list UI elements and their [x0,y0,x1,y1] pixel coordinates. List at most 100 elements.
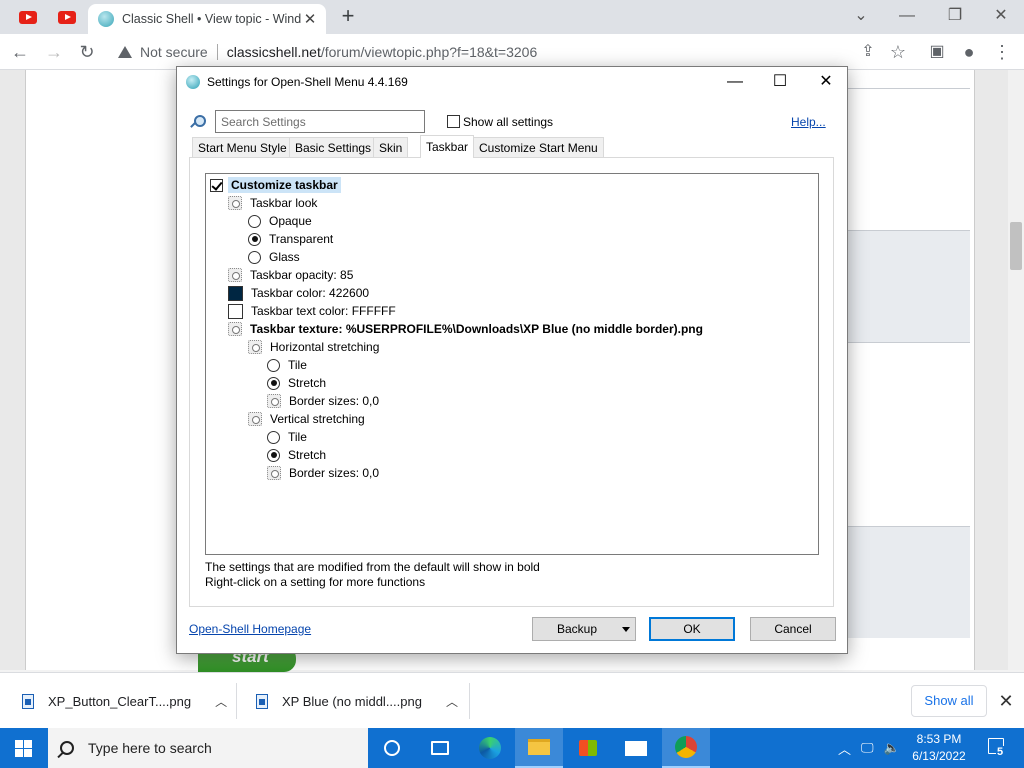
profile-avatar-icon[interactable]: ● [957,40,981,64]
tree-row[interactable]: Taskbar look [228,194,320,212]
dialog-maximize-button[interactable]: ☐ [757,69,803,95]
tree-row[interactable]: Tile [267,356,310,374]
not-secure-label: Not secure [140,44,208,60]
tree-row[interactable]: Stretch [267,446,329,464]
tree-row[interactable]: Vertical stretching [248,410,368,428]
notification-center-icon[interactable]: 5 [984,734,1012,762]
classic-shell-favicon-icon [98,11,114,27]
download-item-1[interactable]: XP_Button_ClearT....png ︿ [22,673,227,729]
back-button[interactable]: ← [8,40,32,64]
mail-icon[interactable] [612,728,660,768]
network-icon[interactable]: 🖵 [861,740,874,756]
tree-row[interactable]: Taskbar color: 422600 [228,284,372,302]
radio-icon[interactable] [248,214,261,228]
new-tab-button[interactable]: + [336,5,360,29]
tab-customize-start-menu[interactable]: Customize Start Menu [473,137,604,157]
ok-button[interactable]: OK [649,617,735,641]
microsoft-store-icon[interactable] [564,728,612,768]
radio-icon[interactable] [248,250,261,264]
tree-row[interactable]: Taskbar texture: %USERPROFILE%\Downloads… [228,320,706,338]
tree-row[interactable]: Horizontal stretching [248,338,382,356]
help-link[interactable]: Help... [791,115,826,129]
backup-button[interactable]: Backup [532,617,636,641]
dialog-title-bar[interactable]: Settings for Open-Shell Menu 4.4.169 — ☐… [177,67,847,97]
browser-minimize-button[interactable]: — [884,4,930,28]
chevron-up-icon[interactable]: ︿ [446,693,458,710]
tab-start-menu-style[interactable]: Start Menu Style [192,137,293,157]
dialog-minimize-button[interactable]: — [712,69,758,95]
search-settings-input[interactable] [215,110,425,133]
windows-taskbar: Type here to search ︿ 🖵 🔈 8:53 PM 6/13/2… [0,728,1024,768]
tree-row[interactable]: Customize taskbar [210,176,341,194]
color-swatch-icon [228,303,243,319]
page-scrollbar-thumb[interactable] [1010,222,1022,270]
browser-close-button[interactable]: ✕ [978,4,1024,28]
show-all-downloads-button[interactable]: Show all [911,685,987,717]
browser-menu-icon[interactable]: ⋮ [990,40,1014,64]
show-hidden-icons-chevron-icon[interactable]: ︿ [838,739,851,758]
tree-row[interactable]: Tile [267,428,310,446]
windows-start-button[interactable] [0,728,48,768]
page-scrollbar[interactable] [1008,70,1024,670]
radio-icon[interactable] [248,232,261,246]
clock-date: 6/13/2022 [912,749,966,763]
tab-taskbar[interactable]: Taskbar [420,135,475,158]
checkbox-icon[interactable] [210,178,223,192]
cancel-button[interactable]: Cancel [750,617,836,641]
tree-row[interactable]: Stretch [267,374,329,392]
side-panel-icon[interactable]: ▣ [925,40,949,64]
tree-row-label: Stretch [288,448,327,462]
taskbar-search-box[interactable]: Type here to search [48,728,368,768]
tree-row-label: Horizontal stretching [270,340,380,354]
radio-icon[interactable] [267,358,280,372]
show-all-settings-label[interactable]: Show all settings [463,115,553,129]
tree-row[interactable]: Border sizes: 0,0 [267,392,382,410]
setting-gear-icon [248,412,262,426]
close-downloads-bar-icon[interactable]: ✕ [994,687,1018,715]
tree-row[interactable]: Transparent [248,230,336,248]
radio-icon[interactable] [267,430,280,444]
tree-row[interactable]: Glass [248,248,303,266]
setting-gear-icon [267,394,281,408]
tree-row-label: Glass [269,250,300,264]
tab-skin[interactable]: Skin [373,137,409,157]
radio-icon[interactable] [267,376,280,390]
pinned-tab-youtube-1[interactable] [14,6,42,28]
url-path: /forum/viewtopic.php?f=18&t=3206 [320,44,538,60]
cortana-icon[interactable] [368,728,416,768]
tree-row[interactable]: Taskbar opacity: 85 [228,266,356,284]
show-all-settings-checkbox[interactable] [447,115,460,128]
chevron-up-icon[interactable]: ︿ [215,693,227,710]
download-item-2[interactable]: XP Blue (no middl....png ︿ [256,673,458,729]
share-icon[interactable]: ⇪ [856,40,880,64]
tree-row[interactable]: Taskbar text color: FFFFFF [228,302,399,320]
address-bar[interactable]: Not secure classicshell.net/forum/viewto… [108,39,908,65]
tree-row[interactable]: Border sizes: 0,0 [267,464,382,482]
bookmark-star-icon[interactable]: ☆ [886,40,910,64]
edge-browser-icon[interactable] [466,728,514,768]
radio-icon[interactable] [267,448,280,462]
task-view-icon[interactable] [416,728,464,768]
taskbar-clock[interactable]: 8:53 PM 6/13/2022 [904,731,974,765]
dialog-close-button[interactable]: ✕ [803,69,849,95]
file-explorer-icon[interactable] [515,728,563,768]
volume-icon[interactable]: 🔈 [884,740,900,756]
open-shell-icon [186,75,200,89]
setting-gear-icon [267,466,281,480]
system-tray: ︿ 🖵 🔈 [838,728,900,768]
close-tab-icon[interactable]: ✕ [302,10,318,28]
browser-tab-search-icon[interactable]: ⌄ [838,4,884,28]
reload-button[interactable]: ↻ [75,40,99,64]
tree-row[interactable]: Opaque [248,212,315,230]
open-shell-homepage-link[interactable]: Open-Shell Homepage [189,622,311,636]
pinned-tab-youtube-2[interactable] [53,6,81,28]
forward-button[interactable]: → [42,40,66,64]
downloads-bar: XP_Button_ClearT....png ︿ XP Blue (no mi… [0,672,1024,728]
tab-basic-settings[interactable]: Basic Settings [289,137,378,157]
active-browser-tab[interactable]: Classic Shell • View topic - Wind ✕ [88,4,326,34]
tree-row-label: Stretch [288,376,327,390]
tree-row-label: Border sizes: 0,0 [289,466,380,480]
chrome-icon[interactable] [662,728,710,768]
browser-restore-button[interactable]: ❐ [932,4,978,28]
settings-tree[interactable]: Customize taskbar Taskbar look Opaque Trans… [205,173,819,555]
